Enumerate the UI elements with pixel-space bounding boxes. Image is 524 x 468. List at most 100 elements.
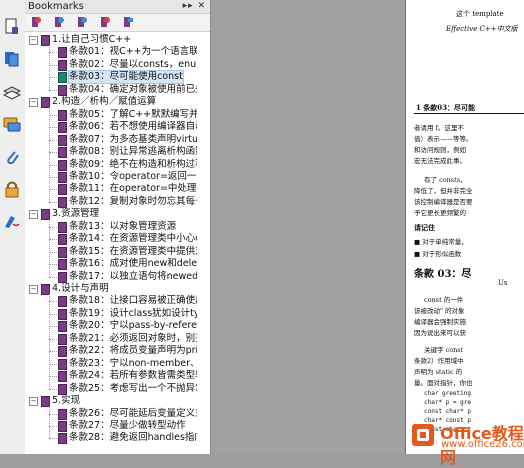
code-line: const char* p bbox=[424, 408, 471, 415]
tree-connector bbox=[49, 251, 57, 253]
document-view[interactable]: 这个 template Effective C++中文版 1 条款03：尽可能 … bbox=[211, 0, 524, 454]
bookmark-item[interactable]: 条款10：令operator=返回一个refe bbox=[25, 171, 197, 183]
signatures-icon[interactable] bbox=[3, 212, 21, 230]
panel-collapse-close-controls[interactable]: ▸▸ ✕ bbox=[183, 0, 206, 13]
bookmark-item[interactable]: 条款11：在operator=中处理"自我 bbox=[25, 183, 197, 196]
bookmark-item[interactable]: 条款23：宁以non-member、non- bbox=[25, 358, 197, 370]
bookmark-item[interactable]: 条款08：别让异常逃离析构函数 bbox=[25, 146, 197, 159]
bookmark-item[interactable]: 条款28：避免返回handles指向对象 bbox=[25, 432, 197, 445]
bookmark-label: 4.设计与声明 bbox=[52, 283, 109, 294]
tree-connector bbox=[49, 294, 50, 389]
bookmark-icon bbox=[58, 171, 67, 183]
bookmark-icon bbox=[58, 196, 67, 208]
tree-connector bbox=[49, 413, 57, 415]
bookmark-item[interactable]: 条款27：尽量少做转型动作 bbox=[25, 420, 197, 432]
paragraph-line: 编译器会强制实施 bbox=[414, 318, 466, 326]
page-thumbnail-icon[interactable] bbox=[3, 18, 21, 36]
bookmark-item[interactable]: 条款14：在资源管理类中小心copy bbox=[25, 233, 197, 246]
bookmark-icon bbox=[58, 321, 67, 333]
bookmark-item[interactable]: 条款17：以独立语句将newed对象 bbox=[25, 271, 197, 283]
bookmark-item[interactable]: 条款24：若所有参数皆需类型转换 bbox=[25, 370, 197, 383]
paragraph-line: 和访问规则，例如 bbox=[414, 146, 466, 154]
document-page[interactable]: 这个 template Effective C++中文版 1 条款03：尽可能 … bbox=[405, 0, 524, 454]
page-top-line: Effective C++中文版 bbox=[446, 25, 518, 33]
clause-subtitle: Us bbox=[498, 279, 508, 287]
bookmarks-panel-header: Bookmarks ▸▸ ✕ bbox=[25, 0, 210, 14]
collapse-toggle-icon[interactable]: − bbox=[29, 98, 38, 108]
bookmark-item[interactable]: 条款12：复制对象时勿忘其每一个 bbox=[25, 196, 197, 208]
tree-connector bbox=[49, 189, 57, 191]
bookmark-icon bbox=[58, 109, 67, 121]
bookmark-icon bbox=[58, 84, 67, 96]
tree-connector bbox=[49, 139, 57, 141]
bookmark-item[interactable]: 条款05：了解C++默默编写并调用 bbox=[25, 109, 197, 121]
page-top-caption: 这个 template bbox=[456, 10, 504, 18]
paragraph-line: 有了 consts， bbox=[424, 176, 467, 184]
bookmark-label: 条款19：设计class犹如设计type bbox=[69, 307, 197, 319]
bookmark-item[interactable]: 条款15：在资源管理类中提供对原 bbox=[25, 246, 197, 258]
collapse-toggle-icon[interactable]: − bbox=[29, 285, 38, 294]
bookmarks-panel: Bookmarks ▸▸ ✕ − 1.让自己习惯C++ 条款01：视C++为一个语言… bbox=[25, 0, 234, 454]
bookmark-item[interactable]: 条款02：尽量以consts，enum，in bbox=[25, 59, 197, 71]
bookmark-item[interactable]: 条款19：设计class犹如设计type bbox=[25, 308, 197, 320]
tree-connector bbox=[49, 52, 57, 54]
tree-connector bbox=[49, 226, 57, 228]
collapse-toggle-icon[interactable]: − bbox=[29, 397, 38, 407]
bookmark-item[interactable]: 条款07：为多态基类声明virtual析构 bbox=[25, 134, 197, 146]
bookmark-item[interactable]: 条款06：若不想使用编译器自动生 bbox=[25, 121, 197, 134]
tree-connector bbox=[49, 363, 57, 365]
bookmark-item[interactable]: 条款20：宁以pass-by-reference-to bbox=[25, 320, 197, 333]
bookmark-label: 2.构造／析构／赋值运算 bbox=[52, 96, 157, 108]
bookmark-label: 5.实现 bbox=[52, 395, 81, 407]
collapse-toggle-icon[interactable]: − bbox=[29, 36, 38, 45]
paragraph-line: 条款2）作用域中 bbox=[414, 357, 464, 365]
collapse-toggle-icon[interactable]: − bbox=[29, 210, 38, 220]
pages-icon[interactable] bbox=[3, 50, 21, 68]
paragraph-line: 关键字 const bbox=[424, 346, 464, 354]
bookmark-label: 条款15：在资源管理类中提供对原 bbox=[69, 245, 197, 257]
bookmark-section[interactable]: − 5.实现 bbox=[25, 395, 197, 408]
paragraph-line: 量。面对指针，你也 bbox=[414, 379, 473, 387]
tree-connector bbox=[49, 313, 57, 315]
remember-heading: 请记住 bbox=[414, 223, 435, 232]
bookmark-tag-icon[interactable] bbox=[121, 16, 134, 29]
bookmark-item[interactable]: 条款26：尽可能延后变量定义式的 bbox=[25, 408, 197, 420]
new-bookmark-icon[interactable] bbox=[29, 16, 42, 29]
delete-bookmark-icon[interactable] bbox=[98, 16, 111, 29]
tree-connector bbox=[49, 425, 57, 427]
bookmark-item[interactable]: 条款18：让接口容易被正确使用， bbox=[25, 295, 197, 308]
bookmark-section[interactable]: − 2.构造／析构／赋值运算 bbox=[25, 96, 197, 109]
bookmark-item[interactable]: 条款04：确定对象被使用前已先被 bbox=[25, 84, 197, 96]
attachments-icon[interactable] bbox=[3, 148, 21, 166]
bookmark-section[interactable]: − 1.让自己习惯C++ bbox=[25, 34, 197, 46]
bookmark-label: 条款04：确定对象被使用前已先被 bbox=[69, 83, 197, 95]
bookmark-item[interactable]: 条款13：以对象管理资源 bbox=[25, 221, 197, 233]
bookmark-icon bbox=[58, 358, 67, 370]
bookmark-section[interactable]: − 4.设计与声明 bbox=[25, 283, 197, 295]
bookmark-icon bbox=[58, 259, 67, 271]
layers-icon[interactable] bbox=[3, 84, 21, 102]
office-logo-icon bbox=[412, 424, 434, 446]
bookmark-item[interactable]: 条款09：绝不在构造和析构过程中 bbox=[25, 159, 197, 171]
bookmark-item[interactable]: 条款22：将成员变量声明为private bbox=[25, 345, 197, 358]
bookmarks-panel-title: Bookmarks bbox=[28, 1, 84, 12]
bookmark-item[interactable]: 条款21：必须返回对象时，别妄想 bbox=[25, 333, 197, 345]
paragraph-line: 者请用 f。这里不 bbox=[414, 124, 464, 132]
bookmark-item[interactable]: 条款16：成对使用new和delete时要 bbox=[25, 258, 197, 271]
security-lock-icon[interactable] bbox=[3, 180, 21, 198]
bookmark-item[interactable]: 条款03：尽可能使用const bbox=[25, 70, 197, 85]
bookmark-section[interactable]: − 3.资源管理 bbox=[25, 208, 197, 221]
bookmark-from-selection-icon[interactable] bbox=[75, 16, 88, 29]
bookmark-icon bbox=[58, 383, 67, 395]
bookmark-item[interactable]: 条款01：视C++为一个语言联邦 bbox=[25, 46, 197, 59]
bookmark-label: 条款11：在operator=中处理"自我 bbox=[69, 183, 197, 195]
bookmark-label: 条款01：视C++为一个语言联邦 bbox=[69, 46, 197, 58]
comments-icon[interactable] bbox=[3, 116, 21, 134]
site-watermark: Office教程网 www.office26.com bbox=[408, 418, 524, 467]
bookmark-icon bbox=[58, 159, 67, 171]
paragraph-line: 因为说出来可以获 bbox=[414, 329, 466, 337]
tree-connector bbox=[49, 276, 57, 278]
bookmark-icon bbox=[58, 234, 67, 246]
bookmark-item[interactable]: 条款25：考虑写出一个不抛异常的 bbox=[25, 383, 197, 395]
expand-bookmark-icon[interactable] bbox=[52, 16, 65, 29]
